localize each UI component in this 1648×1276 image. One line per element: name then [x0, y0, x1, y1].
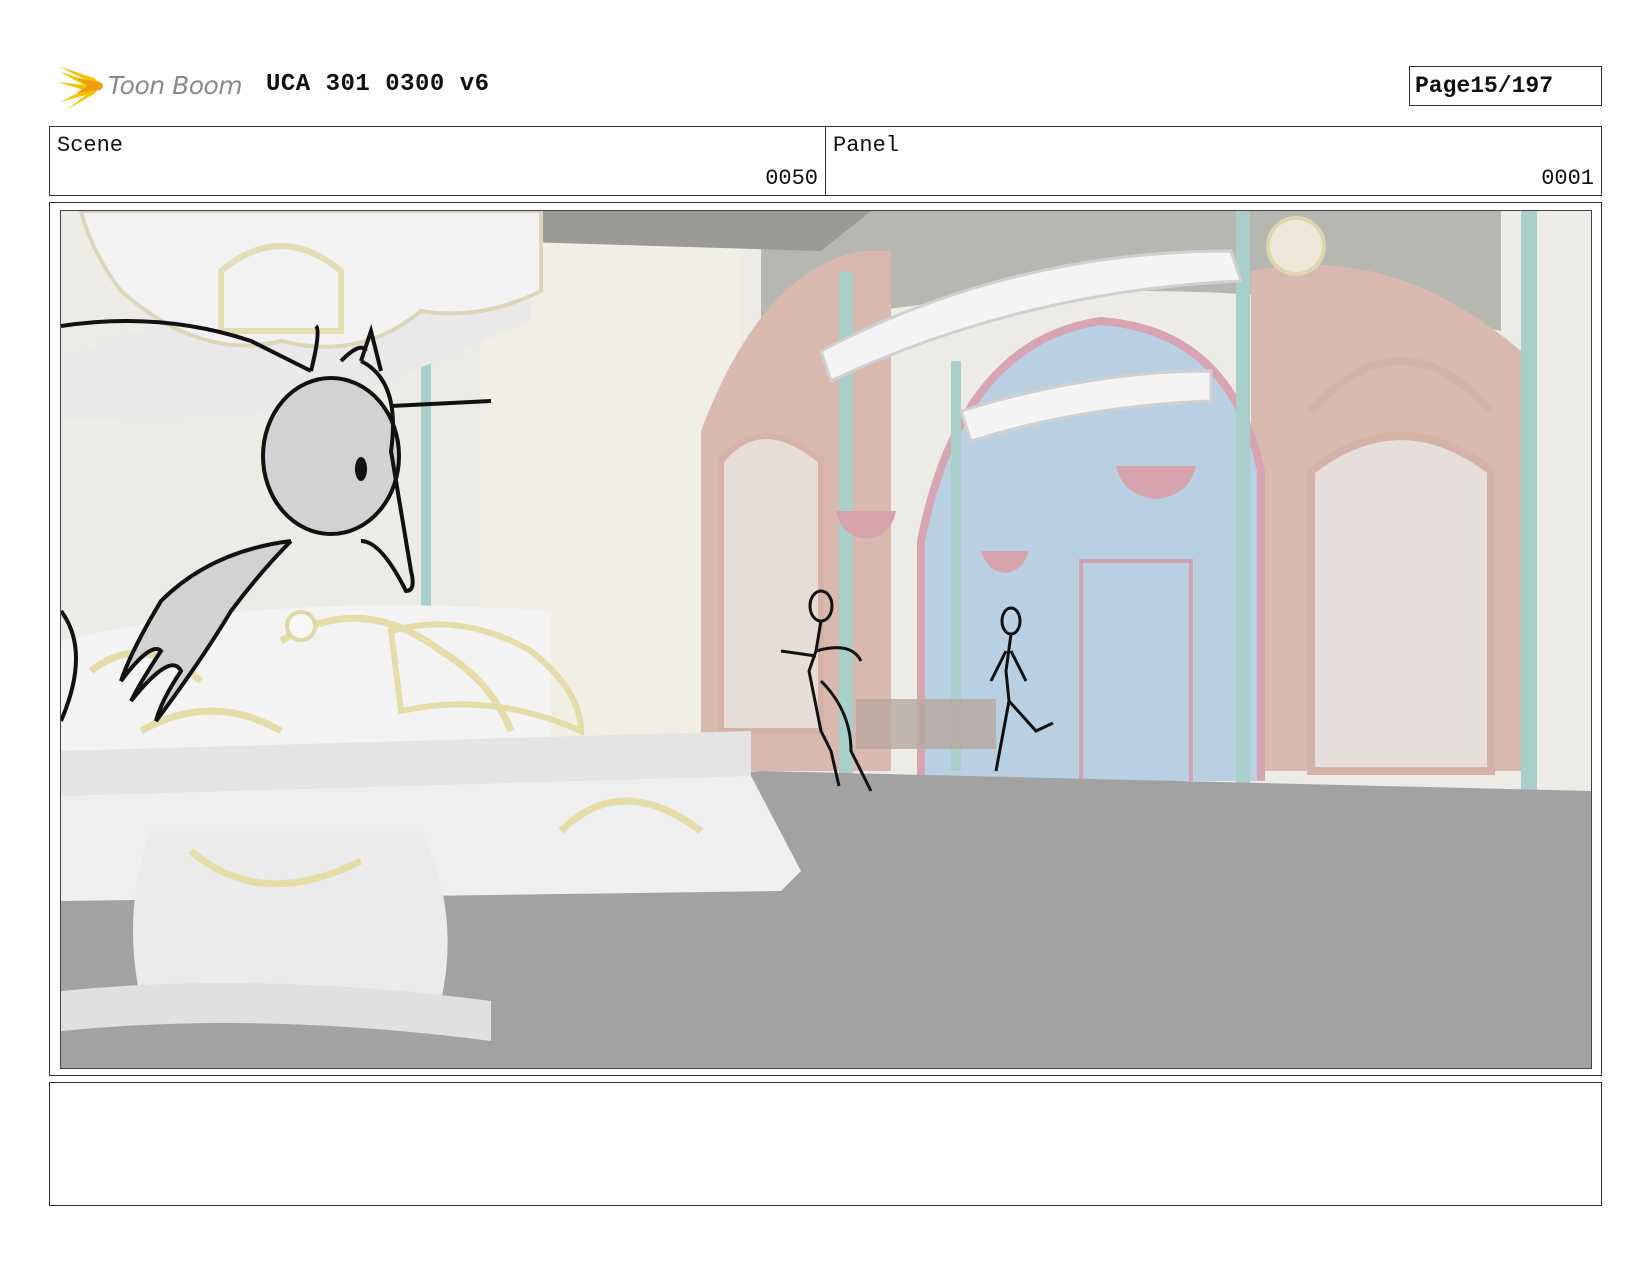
panel-label: Panel: [833, 133, 900, 158]
scene-panel-info: Scene 0050 Panel 0001: [49, 126, 1602, 196]
brand-name: Toon Boom: [108, 70, 243, 100]
page-indicator: Page 15/197: [1409, 66, 1602, 106]
toon-boom-logo-icon: [57, 66, 103, 110]
panel-value: 0001: [1541, 166, 1594, 191]
storyboard-drawing: [61, 211, 1591, 1068]
page-label: Page: [1415, 73, 1471, 99]
scene-label: Scene: [57, 133, 124, 158]
document-title: UCA 301 0300 v6: [266, 71, 490, 98]
panel-cell: Panel 0001: [825, 127, 1601, 195]
scene-cell: Scene 0050: [50, 127, 825, 195]
panel-notes: [49, 1082, 1602, 1206]
toon-boom-logo: Toon Boom: [54, 58, 243, 112]
panel-artwork: [60, 210, 1592, 1069]
scene-value: 0050: [765, 166, 818, 191]
page-number: 15/197: [1470, 73, 1554, 99]
